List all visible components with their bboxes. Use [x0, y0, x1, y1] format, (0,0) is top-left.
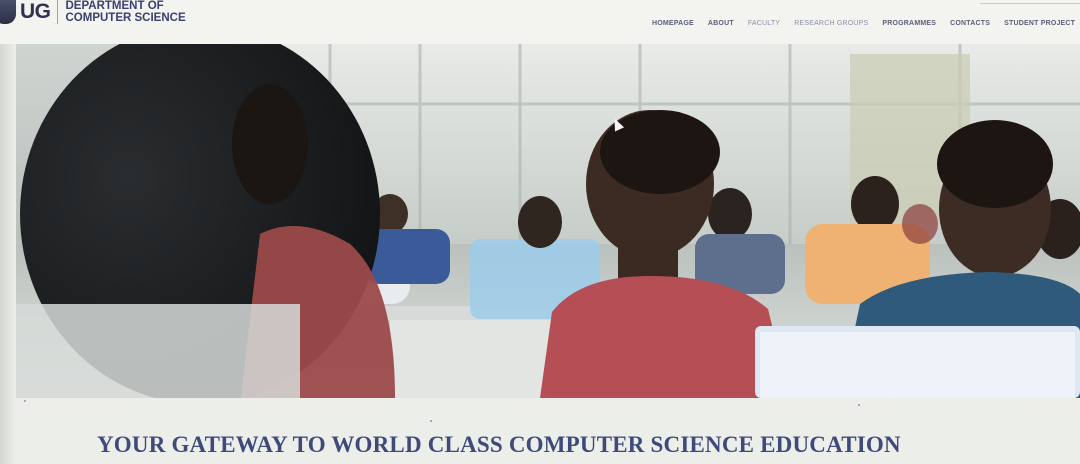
header-top-line	[980, 3, 1080, 4]
hero-tagline: YOUR GATEWAY TO WORLD CLASS COMPUTER SCI…	[97, 432, 901, 457]
logo-mark: UG	[20, 0, 51, 23]
decor-dot	[858, 404, 860, 406]
nav-item-faculty[interactable]: FACULTY	[748, 20, 780, 27]
site-logo[interactable]: UG DEPARTMENT OF COMPUTER SCIENCE	[0, 0, 186, 28]
left-screen-frame	[0, 44, 16, 464]
nav-item-about[interactable]: ABOUT	[708, 20, 734, 27]
web-page: UG DEPARTMENT OF COMPUTER SCIENCE HOMEPA…	[0, 0, 1080, 464]
nav-item-research-groups[interactable]: RESEARCH GROUPS	[794, 20, 868, 27]
nav-item-homepage[interactable]: HOMEPAGE	[652, 20, 694, 27]
department-name-line2: COMPUTER SCIENCE	[65, 12, 186, 24]
decor-dot	[430, 420, 432, 422]
nav-item-programmes[interactable]: PROGRAMMES	[882, 20, 936, 27]
students-in-computer-lab-photo	[0, 44, 1080, 398]
site-header: UG DEPARTMENT OF COMPUTER SCIENCE HOMEPA…	[0, 0, 1080, 46]
logo-divider	[56, 0, 58, 24]
decor-dot	[24, 400, 26, 402]
hero-banner-image	[0, 44, 1080, 398]
main-nav: HOMEPAGE ABOUT FACULTY RESEARCH GROUPS P…	[652, 20, 1080, 27]
department-name: DEPARTMENT OF COMPUTER SCIENCE	[66, 0, 186, 24]
department-name-line1: DEPARTMENT OF	[65, 0, 164, 12]
nav-item-contacts[interactable]: CONTACTS	[950, 20, 990, 27]
university-seal-icon	[0, 0, 16, 24]
nav-item-student-project[interactable]: STUDENT PROJECT	[1004, 20, 1075, 27]
